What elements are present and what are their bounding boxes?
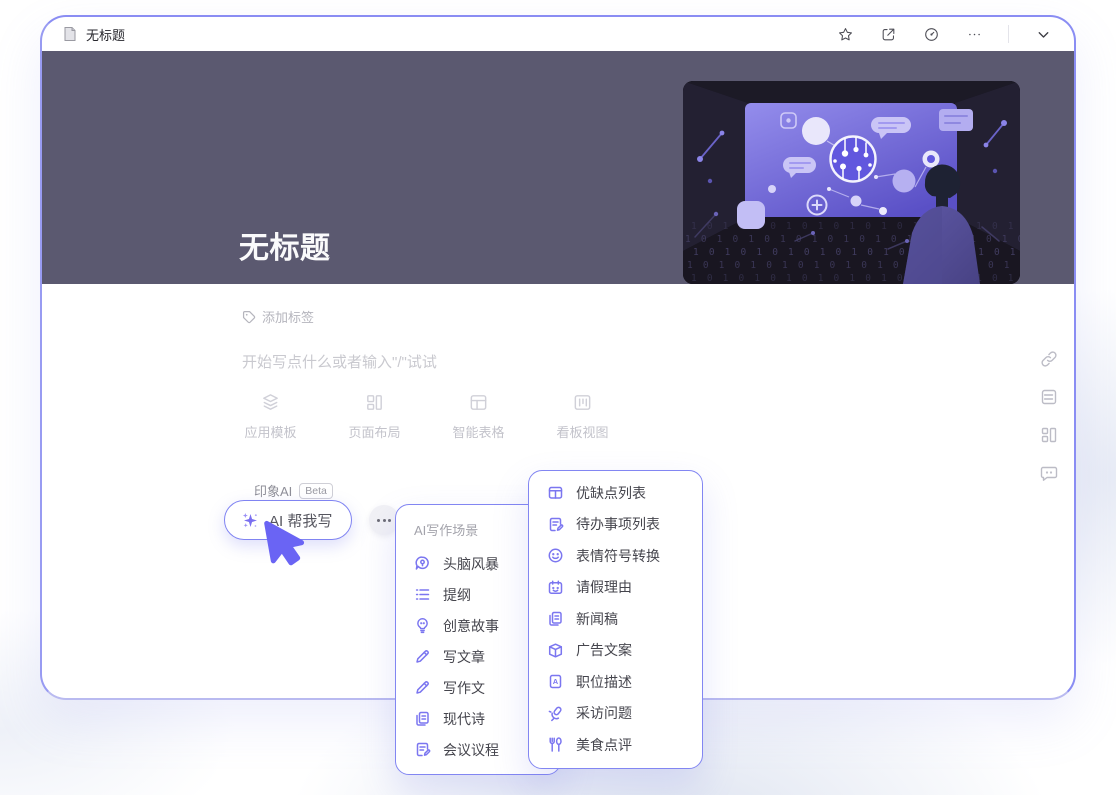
menu-item-label: 头脑风暴 [443,554,499,574]
menu-item-label: 表情符号转换 [576,546,660,566]
menu-item-label: 待办事项列表 [576,514,660,534]
menu-item-label: 广告文案 [576,640,632,660]
quick-action-label: 看板视图 [556,422,608,441]
emoji-icon [547,547,564,564]
smart-table-icon [468,392,489,413]
menu-item-label: 创意故事 [443,616,499,636]
ai-write-label: AI 帮我写 [269,510,332,531]
ai-write-button[interactable]: AI 帮我写 [224,500,352,540]
beta-badge: Beta [299,483,333,499]
quick-actions: 应用模板 页面布局 智能表格 看板视图 [242,392,611,441]
menu-item-label: 职位描述 [576,672,632,692]
header-illustration: 1 0 1 0 1 0 1 0 1 0 1 0 1 0 1 0 1 0 1 0 … [683,81,1020,284]
menu-item-press-release[interactable]: 新闻稿 [529,603,702,635]
microphone-icon [547,705,564,722]
ai-row: AI 帮我写 [224,500,399,540]
menu-item-label: 新闻稿 [576,609,618,629]
add-tag-button[interactable]: 添加标签 [242,307,314,326]
menu-item-label: 优缺点列表 [576,483,646,503]
idea-icon [414,617,431,634]
menu-item-label: 写文章 [443,647,485,667]
titlebar: 无标题 [42,17,1074,51]
menu-item-label: 现代诗 [443,709,485,729]
brainstorm-icon [414,555,431,572]
ai-sparkle-icon [240,510,261,531]
ai-brand-label: 印象AI [254,481,292,500]
template-icon [260,392,281,413]
menu-item-label: 写作文 [443,678,485,698]
link-icon[interactable] [1040,350,1058,368]
pen-icon [414,648,431,665]
editor-placeholder[interactable]: 开始写点什么或者输入"/"试试 [242,351,437,372]
pros-cons-icon [547,484,564,501]
agenda-icon [414,741,431,758]
titlebar-divider [1008,25,1009,43]
comment-icon[interactable] [1040,464,1058,482]
menu-item-emoji-convert[interactable]: 表情符号转换 [529,540,702,572]
kanban-icon [572,392,593,413]
outline-icon [414,586,431,603]
menu-item-label: 请假理由 [576,577,632,597]
document-icon [62,26,78,42]
calendar-icon [547,579,564,596]
doc-title: 无标题 [86,25,125,44]
right-rail [1040,350,1058,482]
tag-icon [242,310,256,324]
collapse-icon[interactable] [1034,25,1052,43]
menu-item-label: 采访问题 [576,703,632,723]
svg-text:A: A [553,677,559,686]
note-header-banner: 无标题 1 0 1 0 1 0 1 0 1 0 1 [42,51,1074,284]
menu-item-food-review[interactable]: 美食点评 [529,729,702,761]
layout-icon [364,392,385,413]
menu-item-job-description[interactable]: A 职位描述 [529,666,702,698]
menu-item-label: 美食点评 [576,735,632,755]
quick-action-label: 页面布局 [348,422,400,441]
food-icon [547,736,564,753]
quick-action-label: 应用模板 [244,422,296,441]
board-layout-icon[interactable] [1040,426,1058,444]
menu-item-ad-copy[interactable]: 广告文案 [529,635,702,667]
menu-item-pros-cons[interactable]: 优缺点列表 [529,477,702,509]
star-icon[interactable] [836,25,854,43]
quick-action-kanban[interactable]: 看板视图 [554,392,611,441]
quick-action-smart-table[interactable]: 智能表格 [450,392,507,441]
quick-action-label: 智能表格 [452,422,504,441]
outline-list-icon[interactable] [1040,388,1058,406]
poetry-icon [414,710,431,727]
quick-action-layout[interactable]: 页面布局 [346,392,403,441]
add-tag-label: 添加标签 [262,307,314,326]
todo-icon [547,516,564,533]
ai-brand-row: 印象AI Beta [254,481,333,500]
quick-action-template[interactable]: 应用模板 [242,392,299,441]
menu-item-leave-excuse[interactable]: 请假理由 [529,572,702,604]
share-icon[interactable] [879,25,897,43]
note-title[interactable]: 无标题 [239,223,331,267]
menu-item-interview-questions[interactable]: 采访问题 [529,698,702,730]
menu-item-label: 会议议程 [443,740,499,760]
package-icon [547,642,564,659]
menu-item-label: 提纲 [443,585,471,605]
history-icon[interactable] [922,25,940,43]
news-icon [547,610,564,627]
pen-icon [414,679,431,696]
ai-usecase-menu: 优缺点列表 待办事项列表 表情符号转换 请假理由 新闻稿 广告文案 A 职位描述… [528,470,703,769]
titlebar-actions [836,25,1052,43]
job-icon: A [547,673,564,690]
menu-item-todo-list[interactable]: 待办事项列表 [529,509,702,541]
more-icon[interactable] [965,25,983,43]
